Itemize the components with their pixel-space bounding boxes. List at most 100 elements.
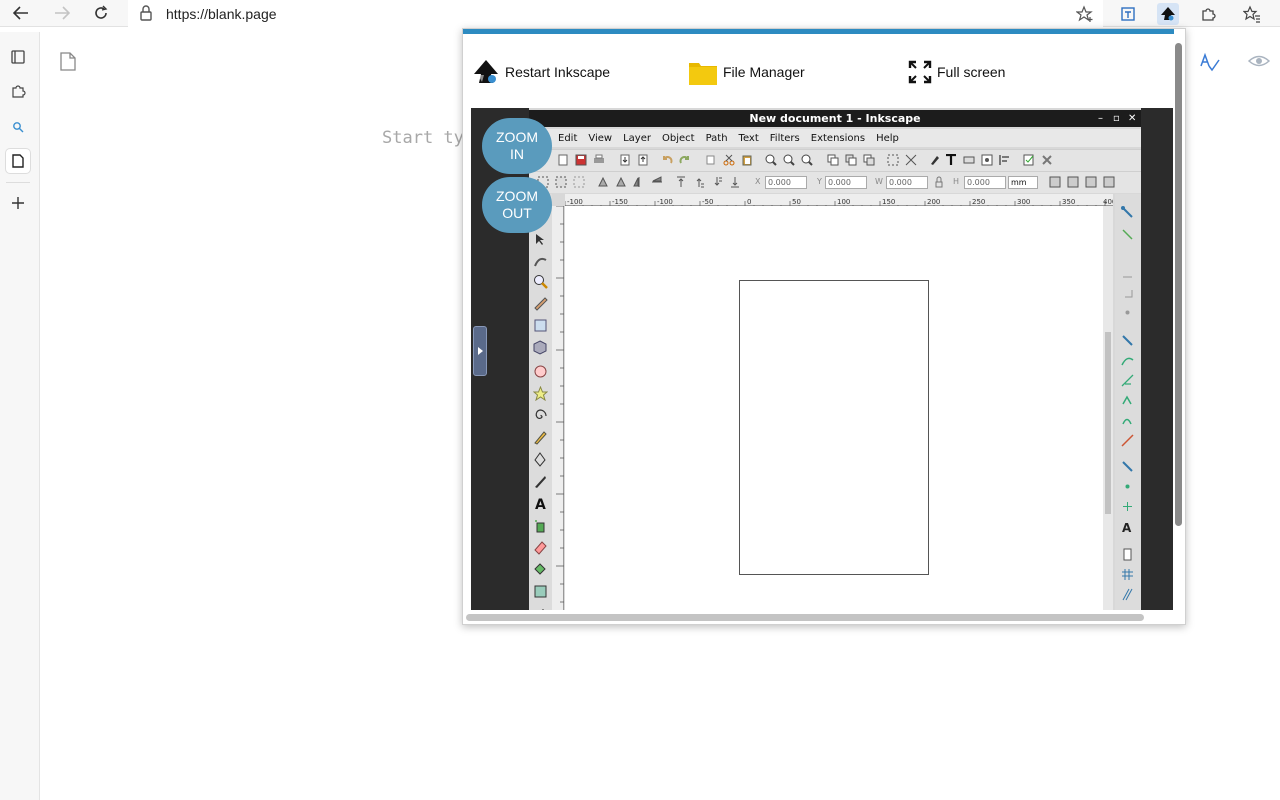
- text-tool-icon[interactable]: A: [533, 496, 548, 511]
- spray-tool-icon[interactable]: [533, 518, 548, 533]
- reload-button[interactable]: [89, 2, 113, 24]
- pen-tool-icon[interactable]: [533, 452, 548, 467]
- snap-smooth-nodes-icon[interactable]: [1121, 414, 1134, 427]
- menu-path[interactable]: Path: [706, 133, 728, 144]
- save-icon[interactable]: [575, 154, 587, 166]
- address-bar[interactable]: https://blank.page: [128, 0, 1103, 27]
- scale-corners-icon[interactable]: [1067, 176, 1079, 188]
- tweak-tool-icon[interactable]: [533, 254, 548, 269]
- spiral-tool-icon[interactable]: [533, 408, 548, 423]
- rectangle-tool-icon[interactable]: [533, 318, 548, 333]
- scrollbar-thumb[interactable]: [1105, 332, 1111, 514]
- y-field[interactable]: 0.000: [825, 176, 867, 189]
- full-screen-button[interactable]: Full screen: [908, 57, 1005, 87]
- snap-center-icon[interactable]: [1121, 480, 1134, 493]
- new-tab-button[interactable]: [6, 191, 30, 215]
- extension-button-1[interactable]: [1117, 3, 1139, 25]
- snap-nodes-icon[interactable]: [1121, 334, 1134, 347]
- canvas-vertical-scrollbar[interactable]: [1103, 206, 1113, 610]
- menu-layer[interactable]: Layer: [623, 133, 651, 144]
- import-icon[interactable]: [619, 154, 631, 166]
- measure-tool-icon[interactable]: [533, 296, 548, 311]
- flip-horizontal-icon[interactable]: [633, 176, 645, 188]
- back-button[interactable]: [9, 2, 33, 24]
- ungroup-icon[interactable]: [905, 154, 917, 166]
- move-patterns-icon[interactable]: [1103, 176, 1115, 188]
- dropper-tool-icon[interactable]: [533, 604, 548, 610]
- move-gradients-icon[interactable]: [1085, 176, 1097, 188]
- sidebar-tab-extension[interactable]: [6, 79, 30, 103]
- zoom-out-button[interactable]: ZOOM OUT: [482, 177, 552, 233]
- lock-ratio-icon[interactable]: [933, 176, 945, 188]
- file-manager-button[interactable]: File Manager: [688, 57, 805, 87]
- calligraphy-tool-icon[interactable]: [533, 474, 548, 489]
- cut-icon[interactable]: [723, 154, 735, 166]
- clone-icon[interactable]: [845, 154, 857, 166]
- popup-horizontal-scrollbar[interactable]: [466, 614, 1144, 621]
- menu-help[interactable]: Help: [876, 133, 899, 144]
- zoom-tool-icon[interactable]: [533, 274, 548, 289]
- snap-paths-icon[interactable]: [1121, 354, 1134, 367]
- document-properties-icon[interactable]: [1023, 154, 1035, 166]
- menu-edit[interactable]: Edit: [558, 133, 577, 144]
- group-icon[interactable]: [887, 154, 899, 166]
- duplicate-icon[interactable]: [827, 154, 839, 166]
- snap-bbox-midpoint-icon[interactable]: [1121, 306, 1134, 319]
- menu-extensions[interactable]: Extensions: [811, 133, 865, 144]
- 3d-box-tool-icon[interactable]: [533, 340, 548, 355]
- snap-midpoints-icon[interactable]: [1121, 434, 1134, 447]
- xml-editor-icon[interactable]: [981, 154, 993, 166]
- sidebar-tab-blank-page[interactable]: [6, 149, 30, 173]
- snap-cusp-nodes-icon[interactable]: [1121, 394, 1134, 407]
- lower-icon[interactable]: [711, 176, 723, 188]
- deselect-icon[interactable]: [573, 176, 585, 188]
- maximize-button[interactable]: ▫: [1113, 110, 1120, 127]
- zoom-in-button[interactable]: ZOOM IN: [482, 118, 552, 174]
- fill-stroke-icon[interactable]: [929, 154, 941, 166]
- snap-page-border-icon[interactable]: [1121, 548, 1134, 561]
- snap-others-icon[interactable]: [1121, 460, 1134, 473]
- scale-stroke-icon[interactable]: [1049, 176, 1061, 188]
- editor-placeholder[interactable]: Start ty: [382, 128, 464, 148]
- snap-grid-icon[interactable]: [1121, 568, 1134, 581]
- raise-icon[interactable]: [693, 176, 705, 188]
- snap-guides-icon[interactable]: [1121, 588, 1134, 601]
- pencil-tool-icon[interactable]: [533, 430, 548, 445]
- ellipse-tool-icon[interactable]: [533, 364, 548, 379]
- rotate-ccw-icon[interactable]: [597, 176, 609, 188]
- menu-view[interactable]: View: [588, 133, 612, 144]
- flip-vertical-icon[interactable]: [651, 176, 663, 188]
- menu-filters[interactable]: Filters: [770, 133, 800, 144]
- inkscape-remote-screen[interactable]: New document 1 - Inkscape – ▫ ✕ Edit Vie…: [471, 108, 1173, 610]
- spellcheck-icon[interactable]: [1199, 52, 1221, 79]
- snap-rotation-center-icon[interactable]: [1121, 500, 1134, 513]
- preview-eye-icon[interactable]: [1247, 52, 1271, 70]
- favorites-button[interactable]: [1241, 3, 1263, 25]
- menu-text[interactable]: Text: [739, 133, 759, 144]
- redo-icon[interactable]: [679, 154, 691, 166]
- paint-bucket-tool-icon[interactable]: [533, 562, 548, 577]
- forward-button[interactable]: [50, 2, 74, 24]
- select-all-layers-icon[interactable]: [555, 176, 567, 188]
- copy-icon[interactable]: [705, 154, 717, 166]
- w-field[interactable]: 0.000: [886, 176, 928, 189]
- snap-bbox-edge-icon[interactable]: [1121, 266, 1134, 279]
- new-document-icon[interactable]: [557, 154, 569, 166]
- extensions-button[interactable]: [1197, 3, 1219, 25]
- side-panel-handle[interactable]: [473, 326, 487, 376]
- zoom-page-icon[interactable]: [801, 154, 813, 166]
- snap-toggle-icon[interactable]: [1121, 206, 1134, 219]
- rotate-cw-icon[interactable]: [615, 176, 627, 188]
- snap-bbox-corner-icon[interactable]: [1121, 286, 1134, 299]
- unlink-clone-icon[interactable]: [863, 154, 875, 166]
- undo-icon[interactable]: [661, 154, 673, 166]
- eraser-tool-icon[interactable]: [533, 540, 548, 555]
- paste-icon[interactable]: [741, 154, 753, 166]
- raise-to-top-icon[interactable]: [675, 176, 687, 188]
- snap-intersections-icon[interactable]: [1121, 374, 1134, 387]
- zoom-drawing-icon[interactable]: [783, 154, 795, 166]
- lower-to-bottom-icon[interactable]: [729, 176, 741, 188]
- drawing-canvas[interactable]: [565, 206, 1103, 610]
- export-icon[interactable]: [637, 154, 649, 166]
- x-field[interactable]: 0.000: [765, 176, 807, 189]
